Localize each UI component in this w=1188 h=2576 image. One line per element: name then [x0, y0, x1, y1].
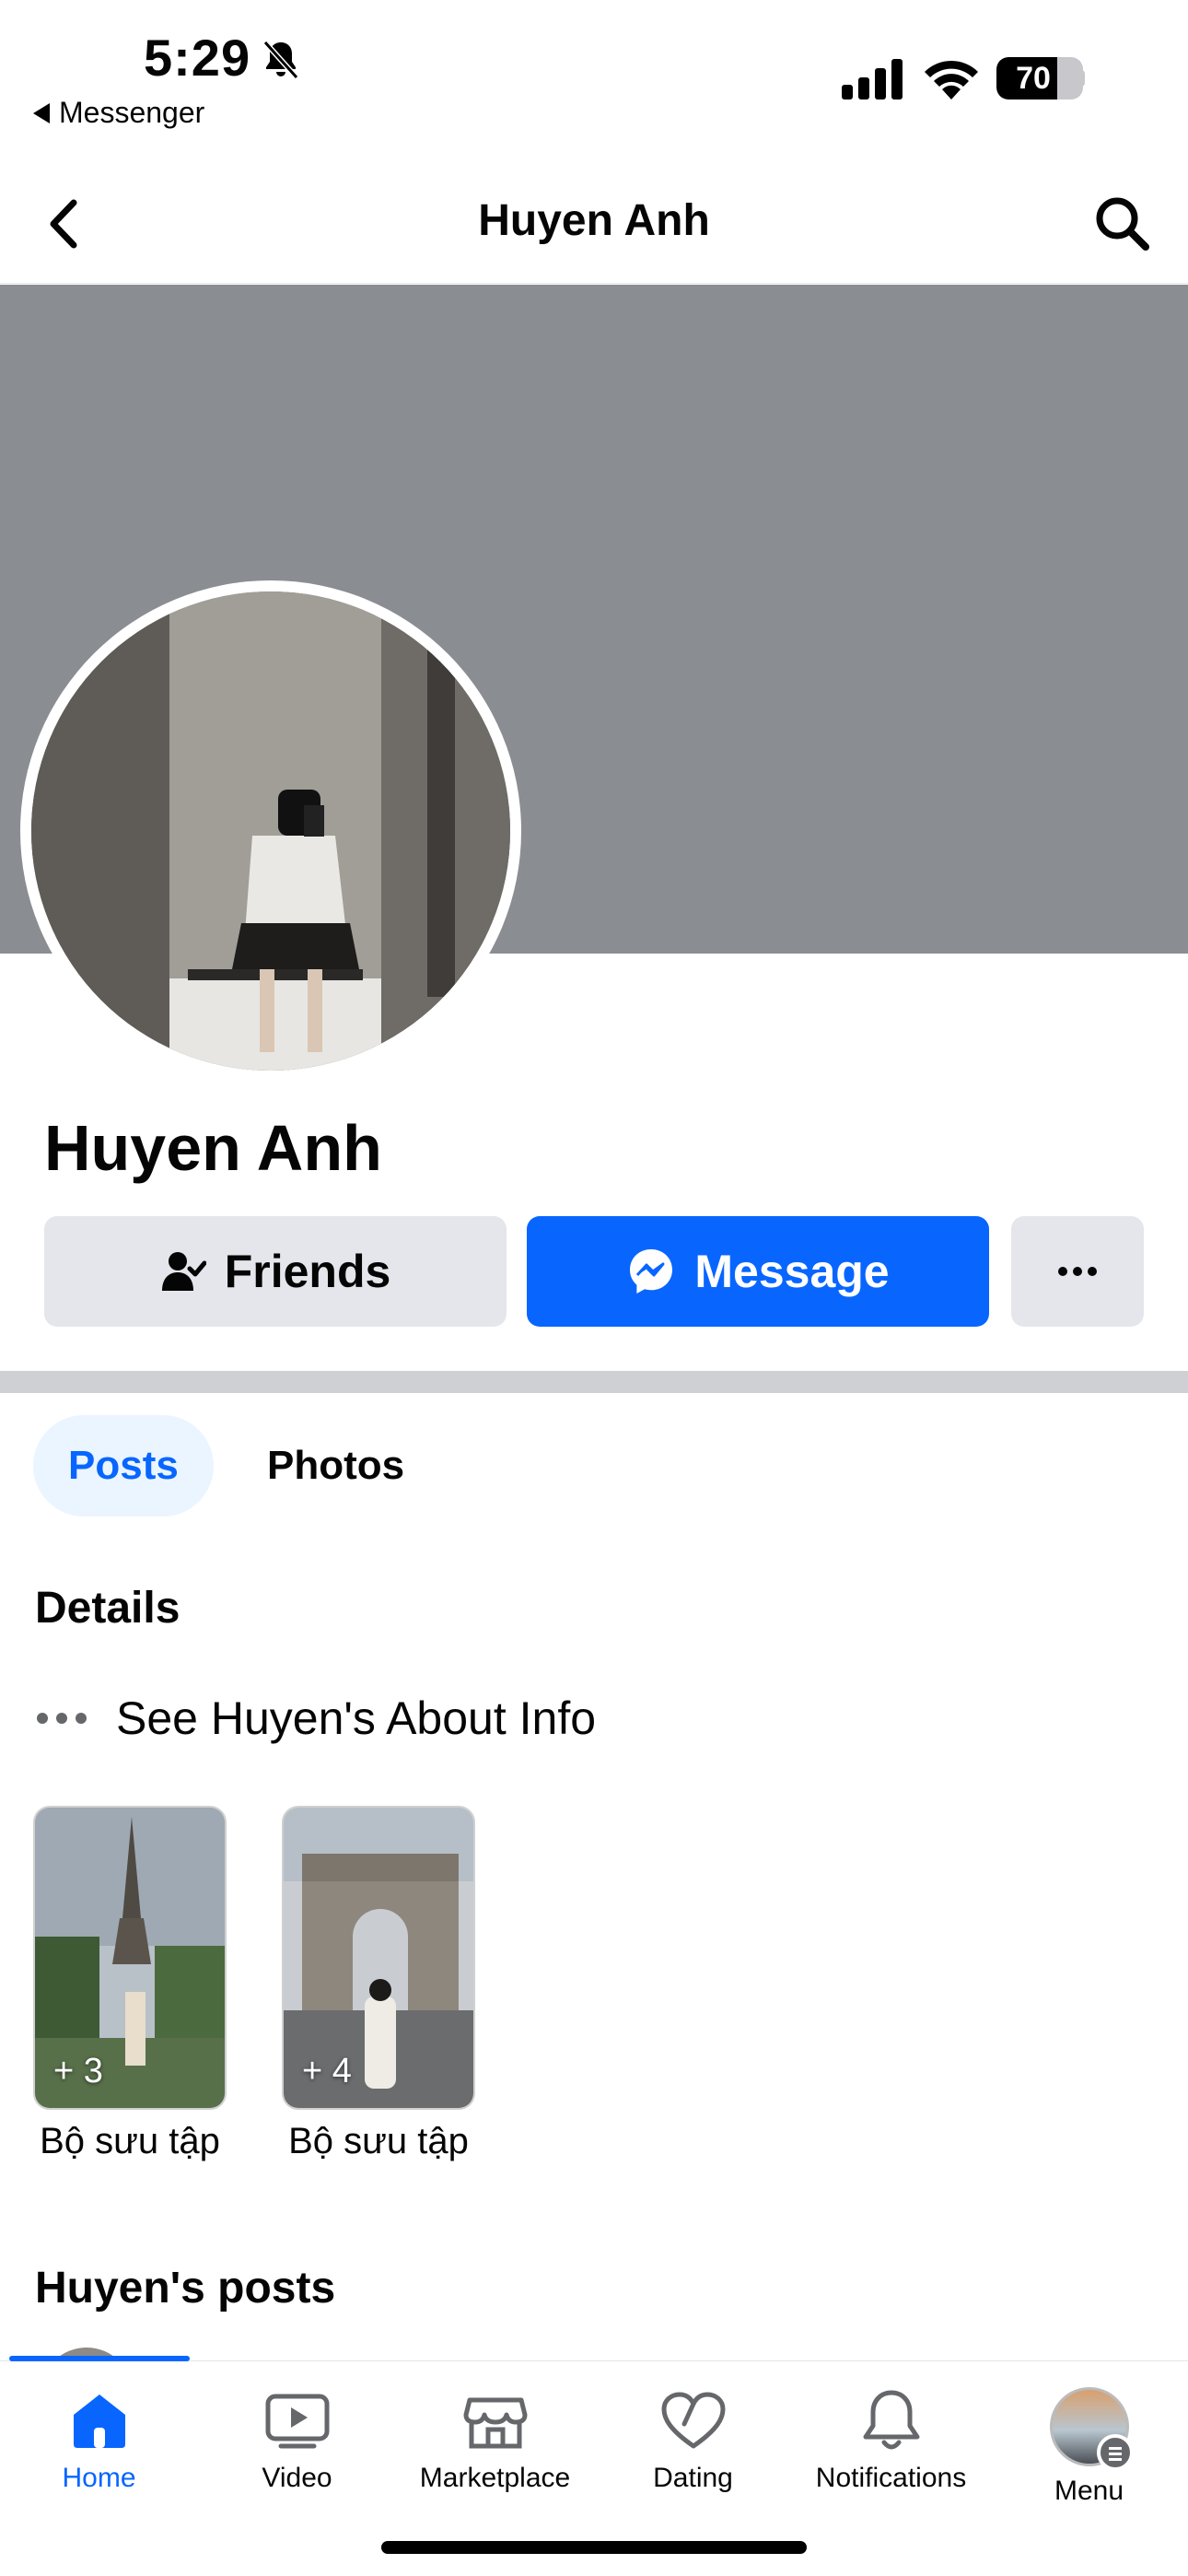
more-dots-icon	[1058, 1267, 1097, 1276]
status-bar: 5:29 Messenger 70	[0, 0, 1188, 138]
tabbar-label-menu: Menu	[1054, 2476, 1124, 2506]
nav-header: Huyen Anh	[0, 168, 1188, 284]
collection-count: + 4	[302, 2052, 352, 2090]
cellular-signal-icon	[842, 59, 903, 100]
page-title: Huyen Anh	[478, 196, 710, 245]
tab-photos[interactable]: Photos	[232, 1415, 439, 1516]
about-info-link[interactable]: See Huyen's About Info	[35, 1692, 596, 1745]
friends-button[interactable]: Friends	[44, 1216, 507, 1327]
wifi-icon	[925, 60, 978, 100]
about-info-label: See Huyen's About Info	[116, 1692, 597, 1744]
back-triangle-icon	[33, 102, 50, 123]
more-options-button[interactable]	[1011, 1216, 1144, 1327]
tabbar-label-marketplace: Marketplace	[419, 2463, 571, 2493]
profile-name: Huyen Anh	[44, 1112, 382, 1184]
battery-level: 70	[1016, 61, 1051, 96]
collection-item[interactable]: + 4 Bộ sưu tập	[282, 1806, 475, 2162]
active-tab-indicator	[9, 2356, 190, 2361]
friend-check-icon	[161, 1252, 206, 1291]
tabbar-item-marketplace[interactable]: Marketplace	[396, 2387, 594, 2494]
section-divider	[0, 1371, 1188, 1393]
tabbar-label-home: Home	[62, 2463, 136, 2493]
back-app-label: Messenger	[59, 96, 205, 129]
collection-label: Bộ sưu tập	[40, 2121, 220, 2161]
back-to-app-link[interactable]: Messenger	[33, 96, 204, 130]
tabbar-label-dating: Dating	[653, 2463, 733, 2493]
tabbar-item-notifications[interactable]: Notifications	[792, 2387, 990, 2494]
search-icon[interactable]	[1092, 193, 1151, 252]
home-icon	[73, 2395, 125, 2448]
menu-lines-icon	[1096, 2434, 1134, 2471]
menu-avatar-icon	[1049, 2387, 1134, 2471]
profile-photo-illustration	[31, 591, 510, 1071]
video-icon	[265, 2394, 329, 2449]
tabbar-item-dating[interactable]: Dating	[594, 2387, 792, 2494]
tabbar-label-video: Video	[262, 2463, 332, 2493]
posts-heading: Huyen's posts	[35, 2264, 336, 2313]
bell-slash-icon	[262, 40, 299, 80]
friends-label: Friends	[224, 1246, 391, 1297]
battery-icon: 70	[996, 57, 1083, 100]
message-button[interactable]: Message	[527, 1216, 989, 1327]
tabbar-label-notifications: Notifications	[815, 2463, 967, 2493]
collection-item[interactable]: + 3 Bộ sưu tập	[33, 1806, 227, 2162]
profile-avatar[interactable]	[20, 580, 521, 1082]
more-dots-icon	[37, 1713, 87, 1724]
battery-cap	[1079, 70, 1085, 87]
tabbar-item-menu[interactable]: Menu	[990, 2387, 1188, 2507]
tabbar-item-home[interactable]: Home	[0, 2387, 198, 2494]
bell-icon	[863, 2390, 919, 2450]
marketplace-icon	[463, 2397, 527, 2449]
collection-thumbnail: + 4	[282, 1806, 475, 2110]
details-heading: Details	[35, 1584, 181, 1633]
collection-thumbnail: + 3	[33, 1806, 227, 2110]
collection-label: Bộ sưu tập	[288, 2121, 469, 2161]
tabbar-item-video[interactable]: Video	[198, 2387, 396, 2494]
profile-photo	[31, 591, 510, 1071]
dating-heart-icon	[661, 2392, 725, 2449]
messenger-icon	[630, 1249, 673, 1294]
status-time: 5:29	[144, 29, 251, 87]
tab-posts[interactable]: Posts	[33, 1415, 214, 1516]
collection-count: + 3	[53, 2052, 103, 2090]
home-indicator	[381, 2541, 807, 2554]
message-label: Message	[694, 1246, 890, 1297]
